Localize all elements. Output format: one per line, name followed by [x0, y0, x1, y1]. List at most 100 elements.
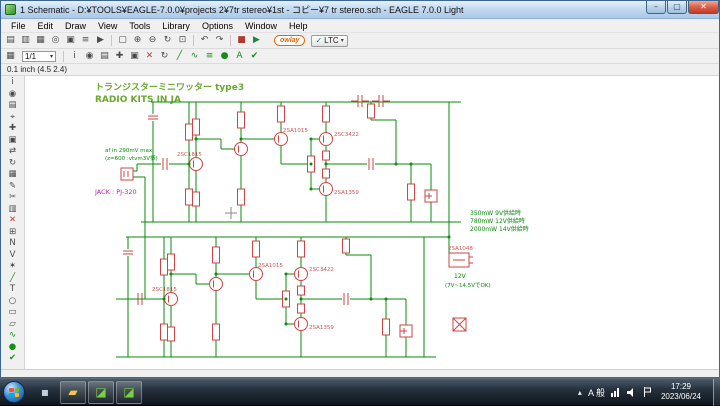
save-icon[interactable]: ▥ [18, 34, 33, 47]
circle-tool[interactable]: ○ [3, 296, 23, 308]
ltc-label: LTC [324, 36, 339, 45]
menu-draw[interactable]: Draw [59, 21, 92, 31]
junction-icon[interactable]: ● [217, 50, 232, 63]
part-label-q-npn-out-bottom: 2SC3422 [309, 267, 334, 273]
mark-tool[interactable]: ⌖ [3, 112, 23, 124]
toolbar-main: ▤ ▥ ▦ ◎ ▣ ≡ ▶ ▢ ⊕ ⊖ ↻ ⊡ ↶ ↷ ■ ▶ owlay ✓ LTC ▾ [1, 33, 719, 49]
redo-icon[interactable]: ↷ [212, 34, 227, 47]
origin-marker [225, 207, 237, 219]
window-title: 1 Schematic - D:¥TOOLS¥EAGLE-7.0.0¥proje… [20, 5, 464, 15]
grid-icon-group: ▦ [3, 50, 18, 63]
display-tool[interactable]: ▤ [3, 100, 23, 112]
power-note-1: 350mW 9V供給時 [470, 209, 521, 217]
title-bar[interactable]: 1 Schematic - D:¥TOOLS¥EAGLE-7.0.0¥proje… [1, 1, 719, 19]
cam-icon[interactable]: ◎ [48, 34, 63, 47]
group-tool[interactable]: ▦ [3, 169, 23, 181]
taskbar-buttons: ▪ ▰ ◪ ◪ [31, 380, 143, 404]
taskbar-eagle-schematic-button[interactable]: ◪ [116, 380, 142, 404]
zoom-select-icon[interactable]: ⊡ [175, 34, 190, 47]
junction-tool[interactable]: ● [3, 342, 23, 354]
copy-icon[interactable]: ▣ [127, 50, 142, 63]
add-tool[interactable]: ⊞ [3, 227, 23, 239]
menu-view[interactable]: View [92, 21, 123, 31]
value-tool[interactable]: V [3, 250, 23, 262]
net-tool[interactable]: ∿ [3, 330, 23, 342]
menu-library[interactable]: Library [156, 21, 196, 31]
menu-file[interactable]: File [5, 21, 32, 31]
coordinate-bar: 0.1 inch (4.5 2.4) [1, 64, 719, 76]
sheet-selector[interactable]: 1/1 ▾ [22, 50, 56, 62]
polygon-tool[interactable]: ▱ [3, 319, 23, 331]
info-tool[interactable]: i [3, 77, 23, 89]
zoom-fit-icon[interactable]: ▢ [115, 34, 130, 47]
start-button[interactable] [3, 381, 25, 403]
stop-icon[interactable]: ■ [234, 34, 249, 47]
change-tool[interactable]: ✎ [3, 181, 23, 193]
menu-help[interactable]: Help [283, 21, 314, 31]
taskbar-explorer-button[interactable]: ▰ [60, 380, 86, 404]
action-center-flag-icon[interactable] [643, 387, 652, 397]
zoom-redraw-icon[interactable]: ↻ [160, 34, 175, 47]
mirror-tool[interactable]: ⇄ [3, 146, 23, 158]
smash-tool[interactable]: ✶ [3, 261, 23, 273]
info-icon[interactable]: i [67, 50, 82, 63]
move-tool[interactable]: ✚ [3, 123, 23, 135]
part-label-q-pnp-out-top: 2SA1359 [334, 190, 359, 196]
menu-edit[interactable]: Edit [32, 21, 60, 31]
text-tool[interactable]: T [3, 284, 23, 296]
move-icon[interactable]: ✚ [112, 50, 127, 63]
delete-icon[interactable]: ✕ [142, 50, 157, 63]
system-tray: ▴ A 般 17:29 2023/06/24 [578, 378, 720, 406]
menu-options[interactable]: Options [196, 21, 239, 31]
erc-tool[interactable]: ✔ [3, 353, 23, 365]
name-tool[interactable]: N [3, 238, 23, 250]
rect-tool[interactable]: ▭ [3, 307, 23, 319]
run-ulp-icon[interactable]: ▶ [93, 34, 108, 47]
wire-tool[interactable]: ╱ [3, 273, 23, 285]
rotate-icon[interactable]: ↻ [157, 50, 172, 63]
sheet-icon[interactable]: ▣ [63, 34, 78, 47]
show-icon[interactable]: ◉ [82, 50, 97, 63]
undo-icon[interactable]: ↶ [197, 34, 212, 47]
open-icon[interactable]: ▤ [3, 34, 18, 47]
label-icon[interactable]: A [232, 50, 247, 63]
ime-indicator[interactable]: A 般 [588, 386, 605, 399]
command-icon-group: i ◉ ▤ ✚ ▣ ✕ ↻ ╱ ∿ ≡ ● A ✔ [67, 50, 262, 63]
window-controls: – ▢ ✕ [645, 1, 719, 14]
print-icon[interactable]: ▦ [33, 34, 48, 47]
close-button[interactable]: ✕ [688, 1, 719, 14]
net-icon[interactable]: ∿ [187, 50, 202, 63]
show-desktop-button[interactable] [713, 378, 720, 406]
check-icon: ✓ [315, 36, 323, 45]
owlay-badge[interactable]: owlay [274, 35, 306, 46]
wire-icon[interactable]: ╱ [172, 50, 187, 63]
network-icon[interactable] [610, 387, 621, 397]
zoom-out-icon[interactable]: ⊖ [145, 34, 160, 47]
cut-tool[interactable]: ✂ [3, 192, 23, 204]
copy-tool[interactable]: ▣ [3, 135, 23, 147]
taskbar-app-button[interactable]: ▪ [32, 381, 58, 404]
grid-icon[interactable]: ▦ [3, 50, 18, 63]
display-icon[interactable]: ▤ [97, 50, 112, 63]
go-icon[interactable]: ▶ [249, 34, 264, 47]
script-icon[interactable]: ≡ [78, 34, 93, 47]
schematic-canvas[interactable]: トランジスターミニワッター type3 RADIO KITS IN JA af … [25, 76, 719, 369]
taskbar-clock[interactable]: 17:29 2023/06/24 [658, 382, 704, 401]
file-icon-group: ▤ ▥ ▦ ◎ ▣ ≡ ▶ [3, 34, 108, 47]
menu-tools[interactable]: Tools [123, 21, 156, 31]
maximize-button[interactable]: ▢ [667, 1, 687, 14]
taskbar-eagle-control-button[interactable]: ◪ [88, 380, 114, 404]
rotate-tool[interactable]: ↻ [3, 158, 23, 170]
volume-icon[interactable] [626, 387, 637, 397]
show-tool[interactable]: ◉ [3, 89, 23, 101]
minimize-button[interactable]: – [646, 1, 666, 14]
paste-tool[interactable]: ▥ [3, 204, 23, 216]
delete-tool[interactable]: ✕ [3, 215, 23, 227]
taskbar: ▪ ▰ ◪ ◪ ▴ A 般 17:29 2023/06/24 [0, 378, 720, 406]
show-hidden-icons-button[interactable]: ▴ [578, 388, 582, 397]
bus-icon[interactable]: ≡ [202, 50, 217, 63]
menu-window[interactable]: Window [239, 21, 283, 31]
erc-icon[interactable]: ✔ [247, 50, 262, 63]
zoom-in-icon[interactable]: ⊕ [130, 34, 145, 47]
ltc-button[interactable]: ✓ LTC ▾ [311, 34, 348, 47]
